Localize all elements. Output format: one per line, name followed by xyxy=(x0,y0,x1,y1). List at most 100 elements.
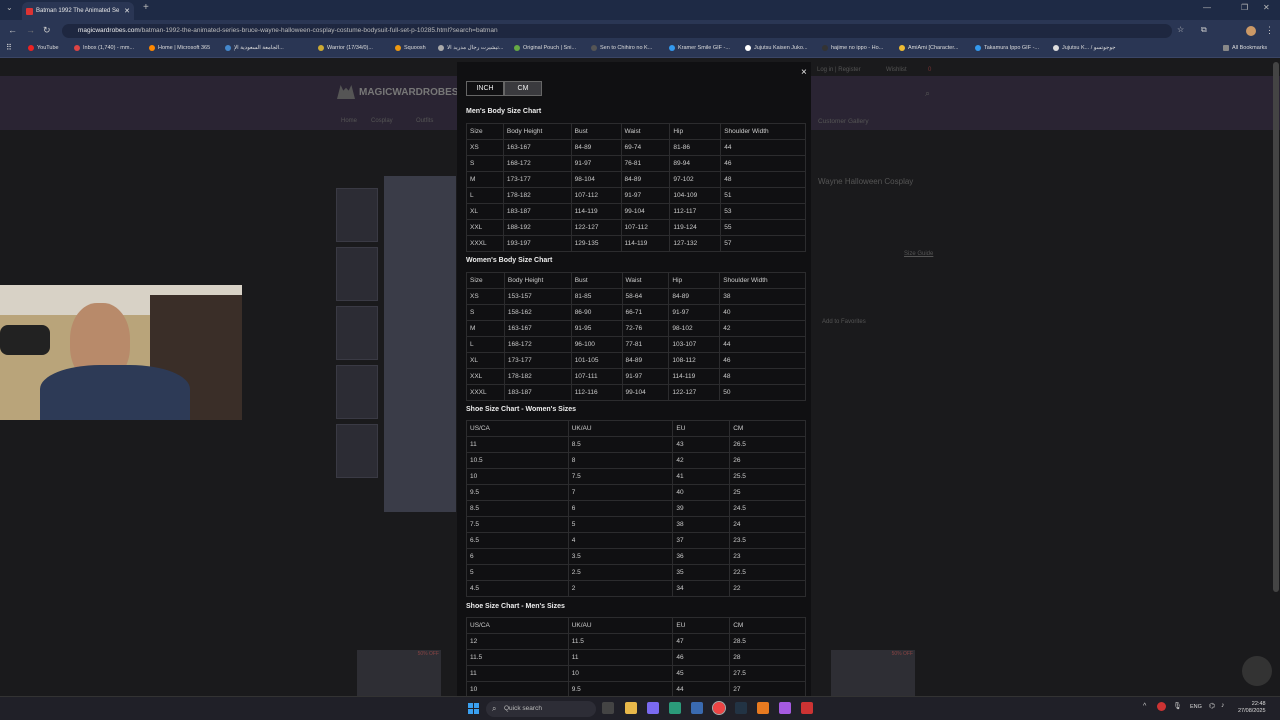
bookmark-label: AmiAmi [Character... xyxy=(908,45,959,51)
site-logo[interactable]: MAGICWARDROBES xyxy=(337,85,458,99)
close-tab-icon[interactable]: ✕ xyxy=(124,7,130,15)
chat-bubble-icon[interactable] xyxy=(1242,656,1272,686)
gif-icon xyxy=(669,45,675,51)
tray-chevron-icon[interactable]: ^ xyxy=(1143,703,1146,710)
microsoft-icon xyxy=(149,45,155,51)
table-cell: 163-167 xyxy=(502,139,572,156)
product-thumbnail[interactable] xyxy=(336,247,378,301)
more-menu-icon[interactable]: ⋮ xyxy=(1265,25,1274,36)
minimize-icon[interactable]: — xyxy=(1203,3,1211,12)
table-cell: 127-132 xyxy=(669,235,722,252)
table-row: 6.5 4 37 23.5 xyxy=(466,532,806,549)
table-cell: 10.5 xyxy=(466,452,569,469)
nav-outfits[interactable]: Outfits xyxy=(416,118,433,124)
table-cell: 47 xyxy=(672,633,731,650)
all-bookmarks[interactable]: All Bookmarks xyxy=(1223,45,1267,51)
customer-gallery-link[interactable]: Customer Gallery xyxy=(818,118,869,125)
bookmark-10[interactable]: Jujutsu Kaisen Juko... xyxy=(745,45,808,51)
volume-icon[interactable]: ♪ xyxy=(1221,702,1225,709)
start-windows-icon[interactable] xyxy=(468,703,479,714)
related-product-card[interactable]: 50% OFF xyxy=(831,650,915,696)
bookmark-12[interactable]: AmiAmi [Character... xyxy=(899,45,958,51)
back-icon[interactable]: ← xyxy=(8,25,17,35)
file-explorer-icon[interactable] xyxy=(625,702,637,714)
bookmark-1[interactable]: Inbox (1,740) - mm... xyxy=(74,45,134,51)
restore-icon[interactable]: ❐ xyxy=(1241,3,1248,12)
bookmark-8[interactable]: Sen to Chihiro no K... xyxy=(591,45,652,51)
close-icon[interactable]: × xyxy=(801,67,807,78)
bookmark-7[interactable]: Original Pouch | Sni... xyxy=(514,45,576,51)
task-view-icon[interactable] xyxy=(602,702,614,714)
product-thumbnail[interactable] xyxy=(336,188,378,242)
bookmark-9[interactable]: Kramer Smile GIF -... xyxy=(669,45,730,51)
copilot-icon[interactable] xyxy=(647,702,659,714)
table-cell: 168-172 xyxy=(502,155,572,172)
product-thumbnail[interactable] xyxy=(336,306,378,360)
table-cell: 41 xyxy=(672,468,731,485)
table-cell: 45 xyxy=(672,665,731,682)
product-thumbnail[interactable] xyxy=(336,424,378,478)
table-cell: Bust xyxy=(570,272,623,289)
tab-menu-icon[interactable]: ⌄ xyxy=(6,3,13,12)
taskbar-clock[interactable]: 22:48 27/08/2025 xyxy=(1238,701,1266,715)
size-guide-link[interactable]: Size Guide xyxy=(904,251,933,257)
size-guide-modal: × INCH CM Men's Body Size Chart Size Body… xyxy=(457,62,811,696)
bookmark-5[interactable]: Squoosh xyxy=(395,45,426,51)
wishlist-link[interactable]: Wishlist xyxy=(886,67,907,73)
bookmark-0[interactable]: YouTube xyxy=(28,45,59,51)
bookmark-14[interactable]: Jujutsu K... / جوجوتسو xyxy=(1053,45,1116,51)
close-window-icon[interactable]: ✕ xyxy=(1263,3,1270,12)
table-cell: 77-81 xyxy=(621,336,670,353)
table-cell: CM xyxy=(729,420,806,437)
cart-count[interactable]: 0 xyxy=(928,67,931,73)
login-link[interactable]: Log in | Register xyxy=(817,67,861,73)
tray-mic-icon[interactable]: 🎙 xyxy=(1173,702,1182,710)
nav-home[interactable]: Home xyxy=(341,118,357,124)
table-cell: 69-74 xyxy=(620,139,671,156)
nav-cosplay[interactable]: Cosplay xyxy=(371,118,393,124)
apps-grid-icon[interactable]: ⠿ xyxy=(6,43,12,52)
star-icon[interactable]: ☆ xyxy=(1177,25,1184,34)
language-indicator[interactable]: ENG xyxy=(1190,704,1202,710)
table-row: 10 9.5 44 27 xyxy=(466,681,806,696)
reload-icon[interactable]: ↻ xyxy=(43,25,51,36)
bookmark-11[interactable]: hajime no ippo - Ho... xyxy=(822,45,883,51)
table-cell: 178-182 xyxy=(502,187,572,204)
forward-icon[interactable]: → xyxy=(26,25,35,35)
profile-avatar[interactable] xyxy=(1246,26,1256,36)
vlc-icon[interactable] xyxy=(757,702,769,714)
tray-app-icon[interactable] xyxy=(1157,702,1166,711)
app-icon[interactable] xyxy=(779,702,791,714)
bookmark-4[interactable]: Warrior (17/34/0)... xyxy=(318,45,373,51)
network-icon[interactable]: ⌬ xyxy=(1209,702,1215,710)
taskbar-search-input[interactable]: ⌕ Quick search xyxy=(486,701,596,717)
bookmark-label: hajime no ippo - Ho... xyxy=(831,45,884,51)
related-product-card[interactable]: 50% OFF xyxy=(357,650,441,696)
table-row: M 173-177 98-104 84-89 97-102 48 xyxy=(466,171,806,188)
chrome-icon[interactable] xyxy=(712,701,726,715)
browser-tab[interactable]: Batman 1992 The Animated Se ✕ xyxy=(22,2,134,20)
edge-icon[interactable] xyxy=(669,702,681,714)
table-cell: 4 xyxy=(567,532,674,549)
bookmark-6[interactable]: تيشيرت رجال مدريد الا... xyxy=(438,45,503,51)
page-scrollbar[interactable] xyxy=(1273,62,1279,592)
table-row: XS 163-167 84-89 69-74 81-86 44 xyxy=(466,139,806,156)
extensions-icon[interactable]: ⧉ xyxy=(1201,25,1207,35)
bookmark-label: All Bookmarks xyxy=(1232,45,1268,51)
sale-badge: 50% OFF xyxy=(891,651,913,657)
app-icon[interactable] xyxy=(801,702,813,714)
address-input[interactable]: magicwardrobes.com/batman-1992-the-anima… xyxy=(62,24,1172,38)
table-cell: 48 xyxy=(719,368,806,385)
unit-cm-button[interactable]: CM xyxy=(504,81,542,96)
bookmark-3[interactable]: الجامعة السعودية الإ... xyxy=(225,45,284,51)
search-icon[interactable]: ⌕ xyxy=(925,88,930,99)
table-cell: EU xyxy=(672,420,731,437)
steam-icon[interactable] xyxy=(735,702,747,714)
unit-inch-button[interactable]: INCH xyxy=(466,81,504,96)
bookmark-2[interactable]: Home | Microsoft 365 xyxy=(149,45,210,51)
add-favorites-link[interactable]: Add to Favorites xyxy=(822,319,866,325)
store-icon[interactable] xyxy=(691,702,703,714)
product-thumbnail[interactable] xyxy=(336,365,378,419)
new-tab-button[interactable]: + xyxy=(143,2,149,13)
bookmark-13[interactable]: Takamura Ippo GIF -... xyxy=(975,45,1039,51)
